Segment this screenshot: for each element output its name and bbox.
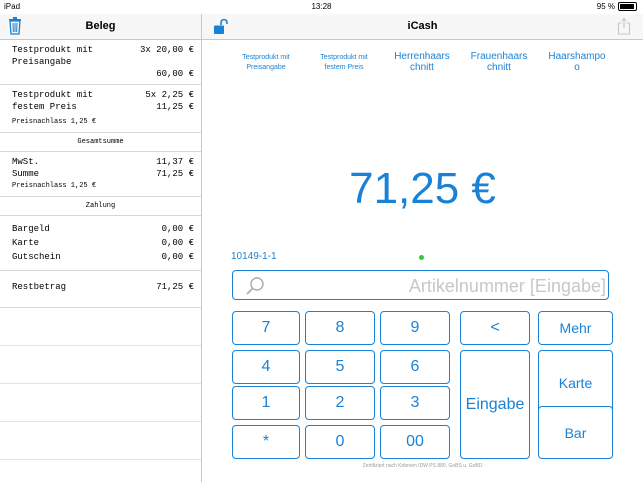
search-placeholder: Artikelnummer [Eingabe] [408, 276, 606, 296]
empty-row [0, 422, 201, 460]
item-total: 60,00 € [156, 69, 194, 79]
payment-cash-value: 0,00 € [161, 224, 194, 234]
item-qty: 3x 20,00 € [139, 45, 194, 55]
payment-card-label: Karte [12, 238, 40, 248]
item-name: Testprodukt mit festem Preis [12, 90, 94, 112]
connection-status-dot [419, 255, 424, 260]
empty-row [0, 384, 201, 422]
key-5[interactable]: 5 [305, 350, 375, 384]
mwst-value: 11,37 € [156, 157, 194, 167]
certification-note: Zertifiziert nach Kriterien IDW PS 880, … [362, 463, 483, 469]
payment-section: Bargeld 0,00 € Karte 0,00 € Gutschein 0,00 … [0, 216, 201, 271]
empty-row [0, 308, 201, 346]
receipt-number: 10149-1-1 [231, 251, 277, 262]
item-total: 11,25 € [156, 102, 194, 112]
register-header: iCash [202, 14, 643, 40]
total-amount: 71,25 € [349, 164, 496, 213]
mwst-label: MwSt. [12, 157, 40, 167]
section-header-gesamt: Gesamtsumme [0, 133, 201, 152]
key-1[interactable]: 1 [232, 386, 300, 420]
app-title: iCash [407, 20, 438, 32]
section-header-zahlung: Zahlung [0, 197, 201, 216]
key-00[interactable]: 00 [380, 425, 450, 459]
rest-label: Restbetrag [12, 282, 67, 292]
status-bar: iPad 13:28 95 % [0, 0, 643, 14]
summe-label: Summe [12, 169, 40, 179]
item-name: Testprodukt mit Preisangabe [12, 45, 94, 67]
payment-voucher-label: Gutschein [12, 252, 61, 262]
eingabe-button[interactable]: Eingabe [460, 350, 530, 459]
receipt-item[interactable]: Testprodukt mit festem Preis 5x 2,25 € 11… [0, 85, 201, 133]
article-search-input[interactable]: Artikelnummer [Eingabe] [232, 270, 609, 300]
key-2[interactable]: 2 [305, 386, 375, 420]
backspace-button[interactable]: < [460, 311, 530, 345]
receipt-header: Beleg [0, 14, 201, 40]
mehr-button[interactable]: Mehr [538, 311, 613, 345]
product-button[interactable]: Frauenhaars chnitt [466, 51, 532, 73]
key-6[interactable]: 6 [380, 350, 450, 384]
battery-indicator: 95 % [597, 2, 637, 11]
clock: 13:28 [311, 2, 332, 11]
bar-button[interactable]: Bar [538, 406, 613, 459]
product-button[interactable]: Testprodukt mit festem Preis [310, 53, 378, 73]
empty-row [0, 346, 201, 384]
product-button[interactable]: Herrenhaars chnitt [390, 51, 454, 73]
search-icon [246, 277, 264, 295]
rest-value: 71,25 € [156, 282, 194, 292]
share-icon[interactable] [617, 17, 631, 35]
battery-icon [618, 2, 637, 11]
register-panel: iCash Testprodukt mit Preisangabe Testpr… [202, 14, 643, 482]
summe-value: 71,25 € [156, 169, 194, 179]
product-button[interactable]: Testprodukt mit Preisangabe [232, 53, 300, 73]
key-9[interactable]: 9 [380, 311, 450, 345]
key-3[interactable]: 3 [380, 386, 450, 420]
receipt-item[interactable]: Testprodukt mit Preisangabe 3x 20,00 € 60… [0, 40, 201, 85]
item-discount: Preisnachlass 1,25 € [12, 118, 97, 126]
total-discount: Preisnachlass 1,25 € [12, 182, 97, 190]
key-7[interactable]: 7 [232, 311, 300, 345]
payment-cash-label: Bargeld [12, 224, 50, 234]
receipt-title: Beleg [85, 20, 116, 32]
product-button[interactable]: Haarshampo o [543, 51, 611, 73]
battery-percent: 95 % [596, 2, 615, 11]
key-4[interactable]: 4 [232, 350, 300, 384]
rest-section: Restbetrag 71,25 € [0, 271, 201, 308]
totals-section: MwSt. 11,37 € Summe 71,25 € Preisnachlass … [0, 152, 201, 197]
payment-voucher-value: 0,00 € [161, 252, 194, 262]
key-0[interactable]: 0 [305, 425, 375, 459]
payment-card-value: 0,00 € [161, 238, 194, 248]
key-8[interactable]: 8 [305, 311, 375, 345]
product-bar: Testprodukt mit Preisangabe Testprodukt … [202, 50, 643, 90]
key-star[interactable]: * [232, 425, 300, 459]
receipt-panel: Beleg Testprodukt mit Preisangabe 3x 20,0… [0, 14, 202, 482]
